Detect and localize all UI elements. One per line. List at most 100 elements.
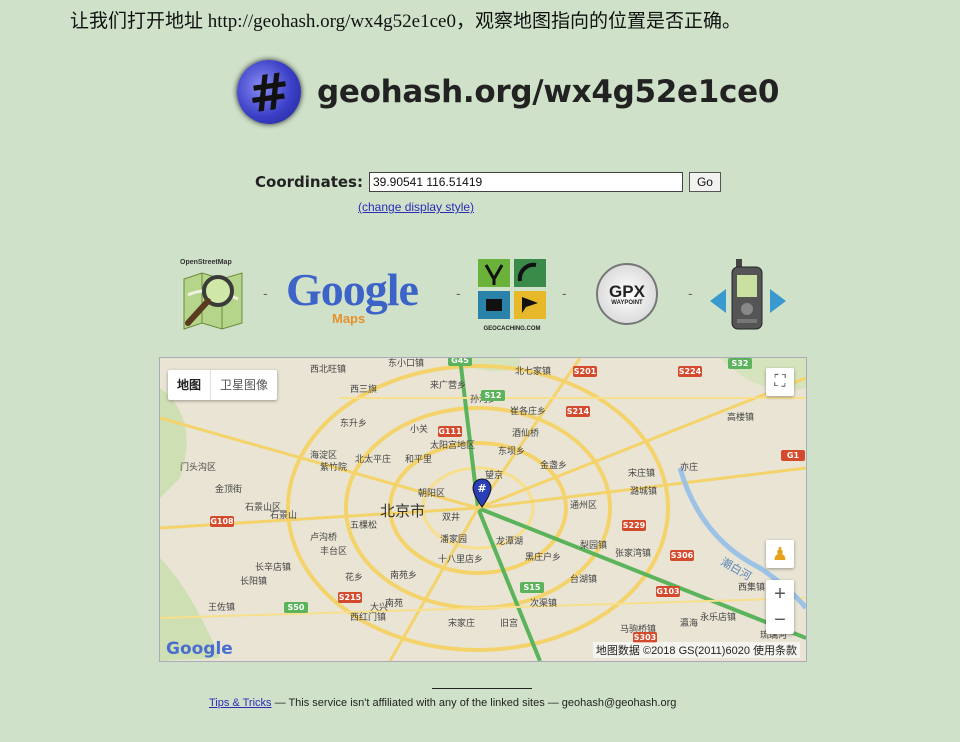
svg-text:S306: S306 bbox=[671, 551, 694, 560]
svg-text:S15: S15 bbox=[524, 583, 541, 592]
map-place-label: 卢沟桥 bbox=[310, 531, 337, 543]
map-place-label: 金盏乡 bbox=[540, 459, 567, 471]
map-place-label: 门头沟区 bbox=[180, 461, 216, 473]
gps-device-link[interactable] bbox=[708, 255, 788, 335]
map-place-label: 南苑乡 bbox=[390, 569, 417, 581]
map-place-label: 潞城镇 bbox=[630, 485, 657, 497]
tab-map[interactable]: 地图 bbox=[168, 370, 210, 400]
map-place-label: 朝阳区 bbox=[418, 488, 445, 499]
map-place-label: 十八里店乡 bbox=[438, 553, 483, 565]
map-google-logo: Google bbox=[166, 639, 233, 659]
map-place-label: 花乡 bbox=[345, 571, 363, 583]
map-place-label: 长辛店镇 bbox=[255, 561, 291, 573]
map-place-label: 东小口镇 bbox=[388, 358, 424, 369]
map-place-label: 西红门镇 bbox=[350, 611, 386, 623]
map-attribution[interactable]: 地图数据 ©2018 GS(2011)6020 使用条款 bbox=[592, 642, 800, 658]
map-place-label: 亦庄 bbox=[680, 461, 698, 473]
svg-text:S215: S215 bbox=[339, 593, 362, 602]
map-place-label: 南苑 bbox=[385, 597, 403, 609]
footer-divider bbox=[432, 688, 532, 689]
intro-text: 让我们打开地址 http://geohash.org/wx4g52e1ce0，观… bbox=[70, 11, 741, 32]
map-place-label: 宋庄镇 bbox=[628, 467, 655, 479]
svg-text:G1: G1 bbox=[787, 451, 800, 460]
map-place-label: 海淀区 bbox=[310, 449, 337, 461]
gpx-label: GPX bbox=[609, 281, 645, 301]
separator: - bbox=[263, 285, 268, 301]
geocaching-link[interactable]: GEOCACHING.COM bbox=[476, 257, 548, 337]
fullscreen-icon[interactable]: ⛶ bbox=[766, 368, 794, 396]
coordinates-label: Coordinates: bbox=[255, 173, 363, 191]
geocaching-icon bbox=[478, 259, 546, 319]
map-place-label: 丰台区 bbox=[320, 545, 347, 557]
road-shield: S214 bbox=[566, 406, 590, 417]
map-place-label: 次渠镇 bbox=[530, 597, 557, 609]
map-place-label: 石景山 bbox=[270, 510, 297, 521]
map-place-label: 旧宫 bbox=[500, 617, 518, 629]
road-shield: S50 bbox=[284, 602, 308, 613]
map-place-label: 张家湾镇 bbox=[615, 547, 651, 559]
map-place-label: 永乐店镇 bbox=[700, 611, 736, 623]
road-shield: S12 bbox=[481, 390, 505, 401]
map-place-label: 和平里 bbox=[405, 454, 432, 465]
map-view[interactable]: 东小口镇 西北旺镇 西三旗 北七家镇 东升乡 小关 太阳宫地区 望京 金盏乡 黑庄户乡 通州区 朝阳区… bbox=[159, 357, 807, 662]
geohash-logo-icon[interactable]: # bbox=[232, 55, 306, 129]
osm-link[interactable]: OpenStreetMap bbox=[178, 255, 250, 335]
svg-text:S50: S50 bbox=[288, 603, 305, 612]
map-place-label: 西集镇 bbox=[738, 581, 765, 593]
location-pin-icon[interactable]: # bbox=[472, 478, 492, 508]
road-shield: S201 bbox=[573, 366, 597, 377]
gps-device-icon bbox=[710, 259, 786, 330]
svg-text:S201: S201 bbox=[574, 367, 597, 376]
zoom-out-icon[interactable]: − bbox=[774, 607, 786, 633]
map-city-label: 北京市 bbox=[380, 502, 425, 520]
map-place-label: 东升乡 bbox=[340, 417, 367, 429]
geocaching-label: GEOCACHING.COM bbox=[483, 326, 541, 332]
map-type-toggle: 地图 卫星图像 bbox=[168, 370, 278, 400]
gpx-waypoint-link[interactable]: GPX WAYPOINT bbox=[596, 263, 660, 327]
svg-text:G108: G108 bbox=[210, 517, 234, 526]
map-place-label: 梨园镇 bbox=[580, 539, 607, 551]
tips-tricks-link[interactable]: Tips & Tricks bbox=[209, 697, 272, 709]
map-place-label: 王佐镇 bbox=[208, 601, 235, 613]
map-place-label: 长阳镇 bbox=[240, 575, 267, 587]
map-place-label: 黑庄户乡 bbox=[525, 551, 561, 563]
site-title[interactable]: geohash.org/wx4g52e1ce0 bbox=[317, 74, 779, 110]
separator: - bbox=[688, 285, 693, 301]
coordinates-form: Coordinates: Go bbox=[255, 172, 721, 192]
map-place-label: 通州区 bbox=[570, 500, 597, 511]
road-shield: G108 bbox=[210, 516, 234, 527]
map-place-label: 酒仙桥 bbox=[512, 427, 539, 439]
tab-satellite[interactable]: 卫星图像 bbox=[210, 370, 277, 400]
road-shield: S306 bbox=[670, 550, 694, 561]
road-shield: S32 bbox=[728, 358, 752, 369]
map-canvas[interactable]: 东小口镇西北旺镇西三旗北七家镇东升乡小关太阳宫地区望京金盏乡黑庄户乡通州区朝阳区… bbox=[160, 358, 806, 661]
map-place-label: 紫竹院 bbox=[320, 461, 347, 473]
separator: - bbox=[562, 285, 567, 301]
road-shield: G111 bbox=[438, 426, 462, 437]
change-display-style-link[interactable]: (change display style) bbox=[358, 200, 474, 214]
pin-glyph: # bbox=[477, 482, 486, 495]
map-place-label: 东坝乡 bbox=[498, 445, 525, 457]
map-place-label: 西三旗 bbox=[350, 383, 377, 395]
map-place-label: 高楼镇 bbox=[727, 411, 754, 423]
road-shield: S215 bbox=[338, 592, 362, 603]
zoom-control: + − bbox=[766, 580, 794, 634]
map-place-label: 双井 bbox=[442, 511, 460, 523]
street-view-pegman-icon[interactable]: ♟ bbox=[766, 540, 794, 568]
go-button[interactable]: Go bbox=[688, 172, 721, 192]
coordinates-input[interactable] bbox=[368, 172, 683, 192]
zoom-in-icon[interactable]: + bbox=[774, 581, 786, 607]
google-maps-link[interactable]: Google Maps bbox=[286, 265, 436, 331]
map-place-label: 瀛海 bbox=[680, 617, 698, 629]
svg-text:G103: G103 bbox=[656, 587, 679, 596]
footer-disclaimer: — This service isn't affiliated with any… bbox=[271, 697, 677, 709]
map-google-wordmark: Google bbox=[166, 639, 233, 659]
map-place-label: 北太平庄 bbox=[355, 453, 391, 465]
svg-text:S214: S214 bbox=[567, 407, 590, 416]
site-header: # geohash.org/wx4g52e1ce0 bbox=[232, 55, 779, 129]
svg-text:G45: G45 bbox=[451, 358, 469, 365]
road-shield: S229 bbox=[622, 520, 646, 531]
footer: Tips & Tricks — This service isn't affil… bbox=[209, 697, 676, 709]
separator: - bbox=[456, 285, 461, 301]
road-shield: S224 bbox=[678, 366, 702, 377]
